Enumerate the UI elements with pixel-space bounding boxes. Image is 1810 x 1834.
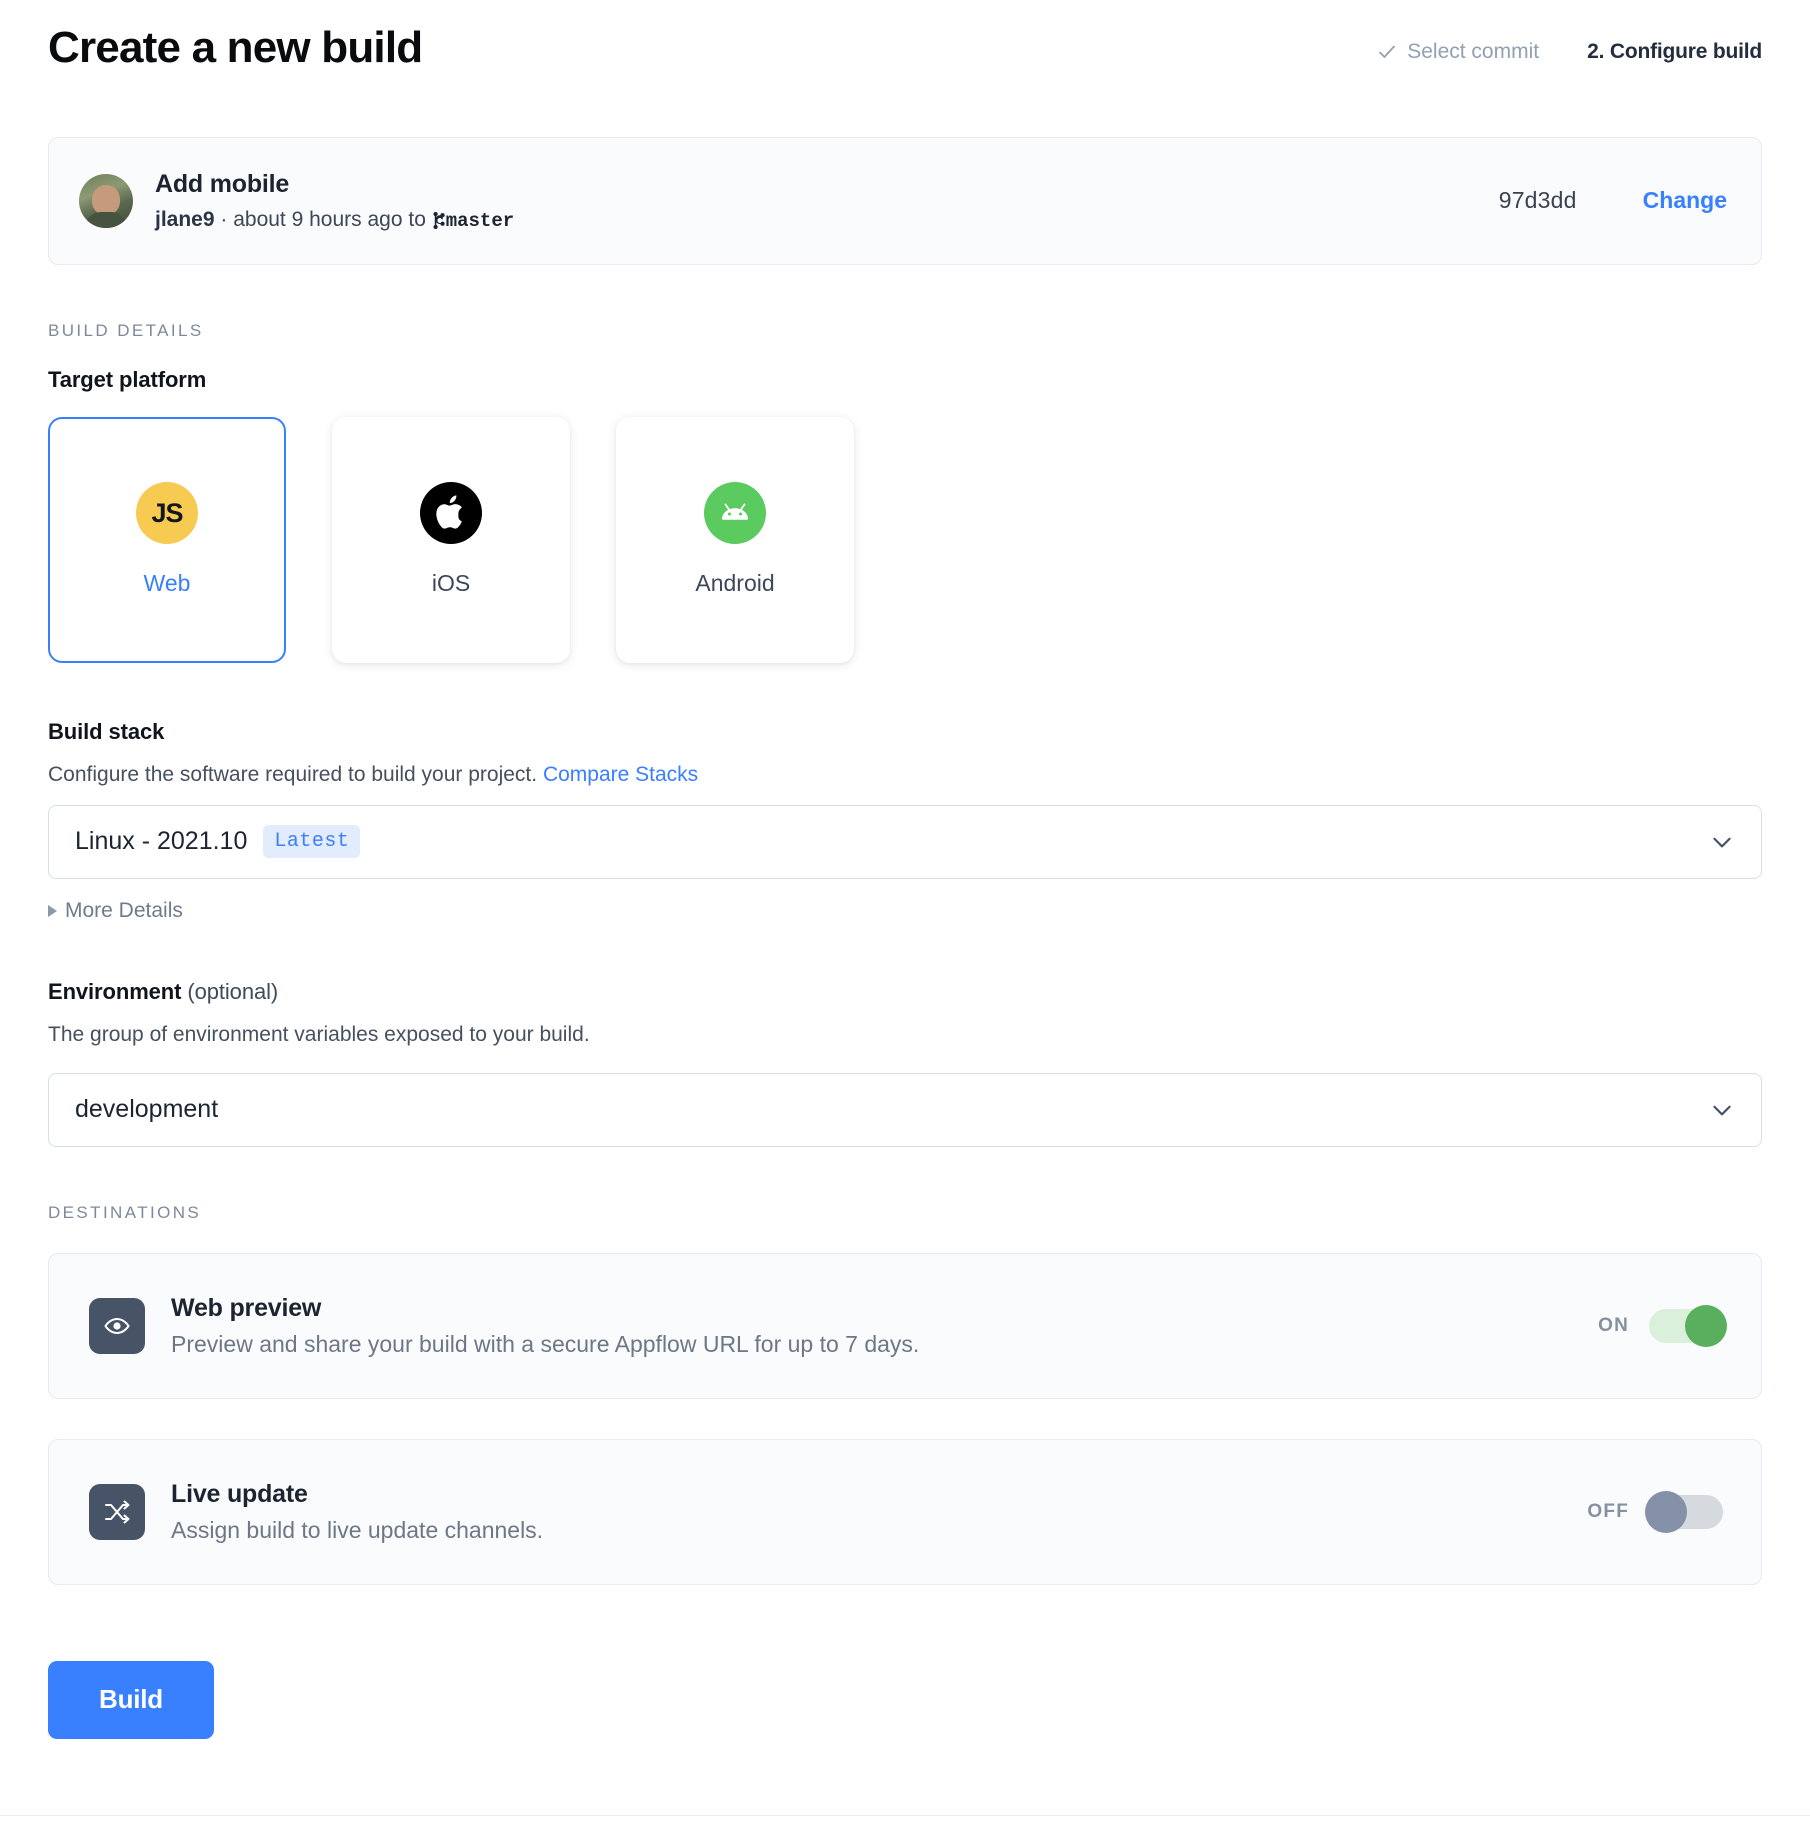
destination-web-preview-text: Web preview Preview and share your build… xyxy=(171,1294,1598,1358)
web-preview-toggle[interactable] xyxy=(1649,1304,1727,1347)
environment-value: development xyxy=(75,1095,219,1124)
platform-card-android-label: Android xyxy=(695,570,775,597)
page-title: Create a new build xyxy=(48,23,423,72)
chevron-down-icon xyxy=(1713,837,1731,848)
live-update-toggle-wrap: OFF xyxy=(1587,1490,1723,1533)
compare-stacks-link[interactable]: Compare Stacks xyxy=(543,763,698,786)
step-select-commit-label: Select commit xyxy=(1407,40,1540,63)
build-stack-select[interactable]: Linux - 2021.10 Latest xyxy=(48,804,1762,879)
eye-icon-wrap xyxy=(89,1297,145,1354)
commit-hash: 97d3dd xyxy=(1498,187,1577,214)
destination-web-preview-title: Web preview xyxy=(171,1293,322,1322)
build-stack-label: Build stack xyxy=(48,718,165,744)
environment-select[interactable]: development xyxy=(48,1072,1762,1147)
change-commit-link[interactable]: Change xyxy=(1643,187,1727,214)
toggle-knob xyxy=(1645,1490,1687,1533)
commit-info: Add mobile jlane9 · about 9 hours ago to… xyxy=(155,170,1499,232)
android-icon xyxy=(704,482,766,545)
more-details-label: More Details xyxy=(65,898,183,922)
latest-badge: Latest xyxy=(263,825,361,859)
build-stack-value: Linux - 2021.10 xyxy=(75,827,248,856)
android-glyph-icon xyxy=(722,503,748,521)
target-platform-options: JS Web iOS Android xyxy=(48,416,1762,663)
toggle-knob xyxy=(1685,1304,1727,1347)
commit-message: Add mobile xyxy=(155,169,290,198)
apple-icon xyxy=(420,482,482,545)
js-icon: JS xyxy=(136,482,198,545)
more-details-toggle[interactable]: More Details xyxy=(48,899,1762,923)
build-stack-help-text: Configure the software required to build… xyxy=(48,762,543,786)
android-icon-wrap xyxy=(704,482,766,545)
eye-icon xyxy=(104,1317,130,1334)
shuffle-icon xyxy=(105,1500,130,1524)
apple-glyph-icon xyxy=(436,495,462,529)
triangle-right-icon xyxy=(48,904,57,917)
build-button[interactable]: Build xyxy=(48,1660,214,1739)
destination-web-preview-subtitle: Preview and share your build with a secu… xyxy=(171,1330,920,1357)
platform-card-ios[interactable]: iOS xyxy=(332,416,570,663)
commit-author: jlane9 xyxy=(155,207,215,231)
commit-branch: master xyxy=(432,210,514,232)
js-icon-wrap: JS xyxy=(136,482,198,545)
git-branch-icon xyxy=(433,211,445,229)
check-icon xyxy=(1379,45,1396,58)
destination-live-update-subtitle: Assign build to live update channels. xyxy=(171,1516,544,1543)
step-indicator: Select commit 2. Configure build xyxy=(1377,22,1762,64)
platform-card-web[interactable]: JS Web xyxy=(48,416,286,663)
environment-label: Environment (optional) xyxy=(48,979,1762,1005)
step-select-commit[interactable]: Select commit xyxy=(1377,40,1539,64)
create-build-page: Create a new build Select commit 2. Conf… xyxy=(0,0,1810,1834)
target-platform-label: Target platform xyxy=(48,366,207,392)
build-stack-help: Configure the software required to build… xyxy=(48,763,1762,787)
bottom-divider xyxy=(0,1815,1810,1816)
platform-card-ios-label: iOS xyxy=(431,570,471,597)
environment-help: The group of environment variables expos… xyxy=(48,1022,590,1046)
shuffle-icon-wrap xyxy=(89,1483,145,1540)
web-preview-toggle-wrap: ON xyxy=(1598,1304,1727,1347)
live-update-toggle[interactable] xyxy=(1645,1490,1723,1533)
platform-card-android[interactable]: Android xyxy=(616,416,854,663)
commit-time: about 9 hours ago to xyxy=(233,207,432,231)
chevron-down-icon xyxy=(1713,1105,1731,1116)
environment-label-text: Environment xyxy=(48,978,182,1004)
commit-branch-name: master xyxy=(445,209,515,232)
destination-live-update-title: Live update xyxy=(171,1479,308,1508)
build-details-section-label: BUILD DETAILS xyxy=(48,320,204,340)
page-header: Create a new build Select commit 2. Conf… xyxy=(48,0,1762,75)
platform-card-web-label: Web xyxy=(143,570,191,597)
commit-meta: jlane9 · about 9 hours ago to master xyxy=(155,208,1499,232)
live-update-toggle-label: OFF xyxy=(1587,1500,1629,1522)
commit-card: Add mobile jlane9 · about 9 hours ago to… xyxy=(48,136,1762,265)
destinations-section-label: DESTINATIONS xyxy=(48,1202,202,1222)
apple-icon-wrap xyxy=(420,482,482,545)
step-configure-build[interactable]: 2. Configure build xyxy=(1587,40,1762,64)
destination-live-update: Live update Assign build to live update … xyxy=(48,1438,1762,1585)
web-preview-toggle-label: ON xyxy=(1598,1314,1629,1336)
environment-optional-text: (optional) xyxy=(181,978,279,1004)
avatar xyxy=(79,173,133,228)
commit-separator: · xyxy=(214,207,234,231)
destination-web-preview: Web preview Preview and share your build… xyxy=(48,1252,1762,1399)
destination-live-update-text: Live update Assign build to live update … xyxy=(171,1480,1587,1544)
